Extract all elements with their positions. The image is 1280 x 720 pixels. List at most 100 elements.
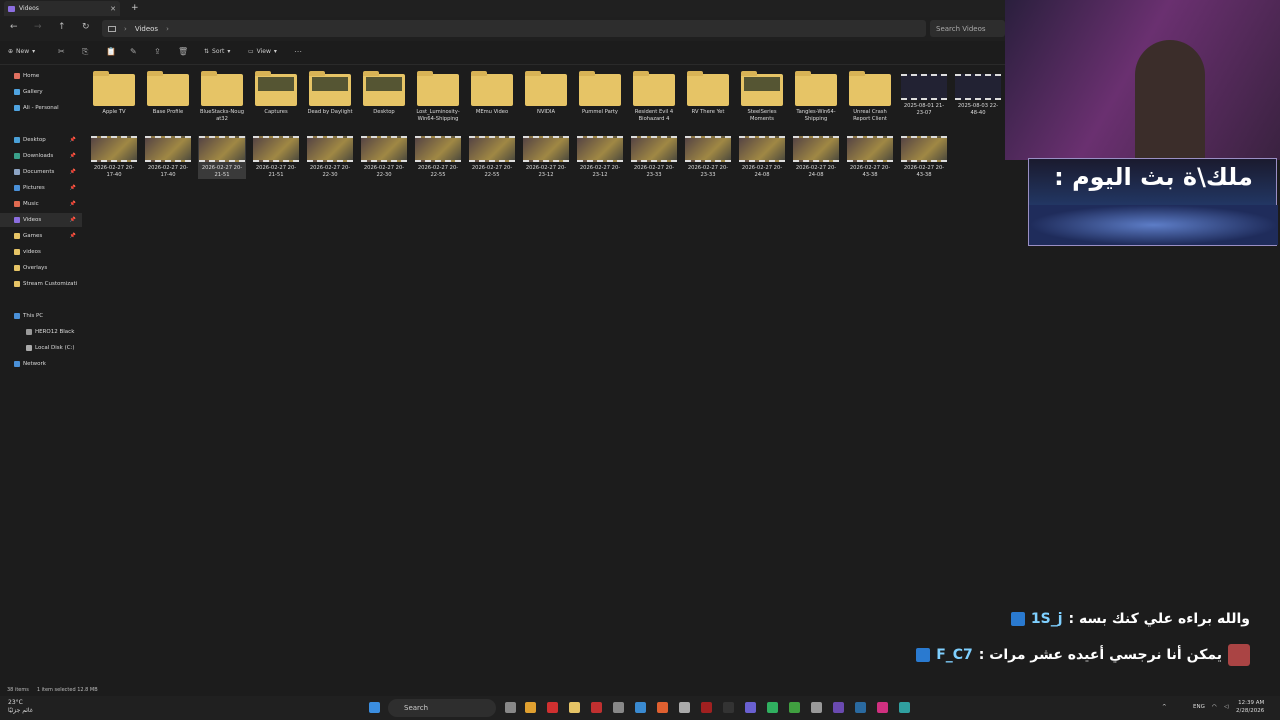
rename-icon[interactable]: ✎	[130, 47, 137, 56]
folder-item[interactable]: NVIDIA	[522, 71, 570, 116]
sidebar-item[interactable]: Ali - Personal	[0, 101, 82, 115]
sidebar-item[interactable]: Local Disk (C:)	[0, 341, 82, 355]
edge-icon[interactable]	[635, 702, 646, 713]
sidebar-item[interactable]: Music 📌	[0, 197, 82, 211]
folder-item[interactable]: SteelSeries Moments	[738, 71, 786, 123]
forward-icon[interactable]: →	[34, 22, 42, 32]
folder-item[interactable]: Pummel Party	[576, 71, 624, 116]
whatsapp-icon[interactable]	[767, 702, 778, 713]
tab-videos[interactable]: Videos ✕	[4, 1, 120, 16]
video-file-item[interactable]: 2026-02-27 20-43-38	[900, 136, 948, 179]
sidebar-item[interactable]: Home	[0, 69, 82, 83]
taskbar-search[interactable]: Search	[388, 699, 496, 717]
folder-item[interactable]: RV There Yet	[684, 71, 732, 116]
sidebar-item[interactable]: Documents 📌	[0, 165, 82, 179]
video-file-item[interactable]: 2025-08-01 21-23-07	[900, 74, 948, 117]
sidebar-item[interactable]: Stream Customizati	[0, 277, 82, 291]
address-bar[interactable]: › Videos ›	[102, 20, 926, 37]
app-icon[interactable]	[877, 702, 888, 713]
sidebar-item[interactable]: Pictures 📌	[0, 181, 82, 195]
video-file-item[interactable]: 2026-02-27 20-21-51	[252, 136, 300, 179]
clock[interactable]: 12:39 AM 2/28/2026	[1236, 699, 1264, 715]
file-explorer-icon[interactable]	[569, 702, 580, 713]
sidebar-item[interactable]: Desktop 📌	[0, 133, 82, 147]
app-icon[interactable]	[701, 702, 712, 713]
steam-icon[interactable]	[855, 702, 866, 713]
folder-item[interactable]: Unreal Crash Report Client	[846, 71, 894, 123]
copy-icon[interactable]: ⎘	[82, 47, 88, 57]
discord-icon[interactable]	[745, 702, 756, 713]
wifi-icon[interactable]: ◠	[1212, 704, 1217, 710]
folder-item[interactable]: Dead by Daylight	[306, 71, 354, 116]
video-file-item[interactable]: 2026-02-27 20-22-55	[414, 136, 462, 179]
volume-icon[interactable]: ◁	[1224, 704, 1228, 710]
video-file-item[interactable]: 2026-02-27 20-23-12	[522, 136, 570, 179]
sidebar-item[interactable]: Downloads 📌	[0, 149, 82, 163]
folder-item[interactable]: Apple TV	[90, 71, 138, 116]
sidebar-item[interactable]: This PC	[0, 309, 82, 323]
language-indicator[interactable]: ENG	[1193, 704, 1205, 710]
video-file-item[interactable]: 2026-02-27 20-22-30	[360, 136, 408, 179]
sidebar-item-icon	[14, 233, 20, 239]
brave-icon[interactable]	[657, 702, 668, 713]
app-icon[interactable]	[899, 702, 910, 713]
sidebar-item-label: Videos	[23, 217, 42, 223]
sidebar-item[interactable]: Games 📌	[0, 229, 82, 243]
more-options-icon[interactable]: ⋯	[294, 47, 302, 56]
up-icon[interactable]: ↑	[58, 22, 66, 32]
delete-icon[interactable]: 🗑	[178, 47, 188, 56]
folder-item[interactable]: Captures	[252, 71, 300, 116]
back-icon[interactable]: ←	[10, 22, 18, 32]
record-icon[interactable]	[547, 702, 558, 713]
sidebar-item[interactable]: Overlays	[0, 261, 82, 275]
paste-icon[interactable]: 📋	[106, 47, 116, 56]
app-icon[interactable]	[833, 702, 844, 713]
video-file-item[interactable]: 2026-02-27 20-17-40	[144, 136, 192, 179]
sidebar-item[interactable]: Videos 📌	[0, 213, 82, 227]
search-input[interactable]: Search Videos	[930, 20, 1005, 37]
video-file-item[interactable]: 2026-02-27 20-22-55	[468, 136, 516, 179]
video-file-item[interactable]: 2026-02-27 20-23-12	[576, 136, 624, 179]
app-icon[interactable]	[723, 702, 734, 713]
sidebar-item[interactable]: HERO12 Black	[0, 325, 82, 339]
view-button[interactable]: ▭ View ▾	[248, 48, 277, 55]
video-file-item[interactable]: 2026-02-27 20-24-08	[738, 136, 786, 179]
settings-icon[interactable]	[811, 702, 822, 713]
new-tab-button[interactable]: +	[131, 3, 139, 13]
tray-chevron-icon[interactable]: ^	[1162, 704, 1167, 710]
video-file-item[interactable]: 2025-08-03 22-48-40	[954, 74, 1002, 117]
xbox-icon[interactable]	[789, 702, 800, 713]
new-button[interactable]: ⊕ New ▾	[8, 48, 35, 55]
video-file-item[interactable]: 2026-02-27 20-21-51	[198, 136, 246, 179]
video-file-item[interactable]: 2026-02-27 20-17-40	[90, 136, 138, 179]
video-file-item[interactable]: 2026-02-27 20-23-33	[630, 136, 678, 179]
chrome-icon[interactable]	[525, 702, 536, 713]
video-file-item[interactable]: 2026-02-27 20-22-30	[306, 136, 354, 179]
video-file-item[interactable]: 2026-02-27 20-23-33	[684, 136, 732, 179]
breadcrumb-chevron-icon[interactable]: ›	[166, 25, 169, 33]
weather-widget[interactable]: 23°C غائم جزئيًا	[8, 699, 33, 715]
task-view-icon[interactable]	[505, 702, 516, 713]
close-tab-icon[interactable]: ✕	[110, 5, 116, 13]
folder-item[interactable]: BlueStacks-Noug at32	[198, 71, 246, 123]
folder-item[interactable]: Tangles-Win64-Shipping	[792, 71, 840, 123]
folder-item[interactable]: Base Profile	[144, 71, 192, 116]
app-icon[interactable]	[679, 702, 690, 713]
sidebar-item[interactable]: videos	[0, 245, 82, 259]
folder-item[interactable]: Resident Evil 4 Biohazard 4	[630, 71, 678, 123]
sidebar-item[interactable]: Gallery	[0, 85, 82, 99]
folder-item[interactable]: Lost_Luminosity-Win64-Shipping	[414, 71, 462, 123]
sidebar-item[interactable]: Network	[0, 357, 82, 371]
cut-icon[interactable]: ✂	[58, 47, 65, 56]
breadcrumb[interactable]: Videos	[135, 25, 158, 33]
app-icon[interactable]	[613, 702, 624, 713]
folder-item[interactable]: Desktop	[360, 71, 408, 116]
share-icon[interactable]: ⇪	[154, 47, 161, 56]
refresh-icon[interactable]: ↻	[82, 22, 90, 32]
start-icon[interactable]	[369, 702, 380, 713]
youtube-icon[interactable]	[591, 702, 602, 713]
folder-item[interactable]: MEmu Video	[468, 71, 516, 116]
sort-button[interactable]: ⇅ Sort ▾	[204, 48, 230, 55]
video-file-item[interactable]: 2026-02-27 20-43-38	[846, 136, 894, 179]
video-file-item[interactable]: 2026-02-27 20-24-08	[792, 136, 840, 179]
